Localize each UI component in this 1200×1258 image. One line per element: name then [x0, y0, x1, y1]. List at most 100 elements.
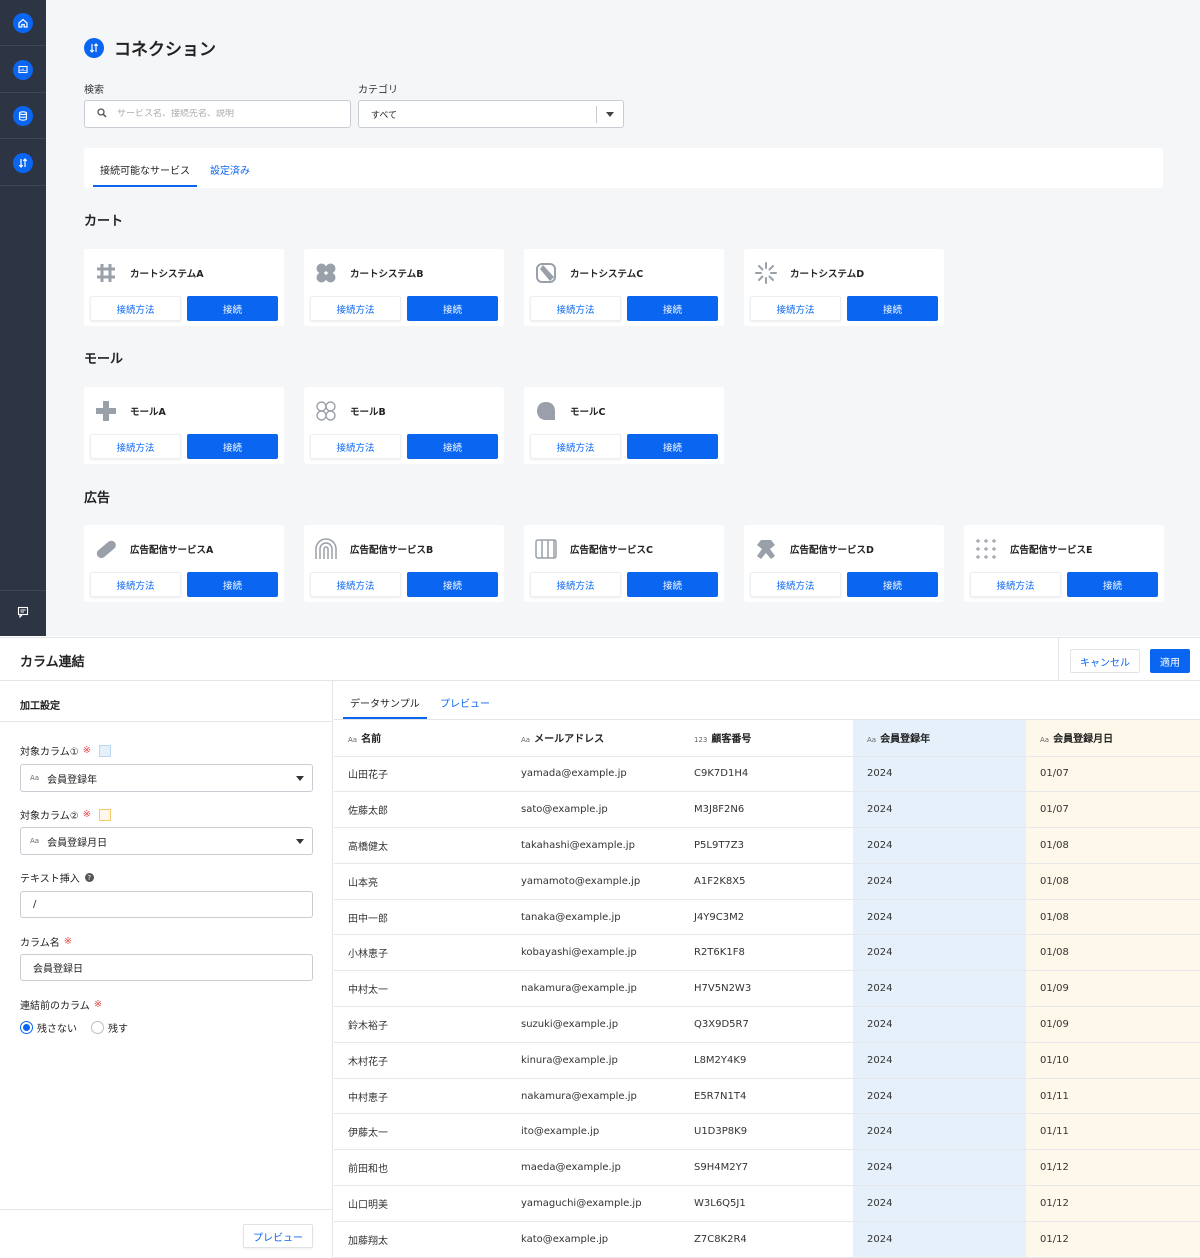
- table-cell: 加藤翔太: [334, 1221, 507, 1258]
- tab-available[interactable]: 接続可能なサービス: [100, 162, 190, 177]
- how-to-connect-button[interactable]: 接続方法: [310, 572, 401, 597]
- connect-button[interactable]: 接続: [627, 296, 718, 321]
- table-cell: 2024: [853, 970, 1026, 1008]
- how-to-connect-button[interactable]: 接続方法: [90, 434, 181, 459]
- label-text: 対象カラム①: [20, 747, 79, 758]
- required-mark: ※: [82, 745, 92, 756]
- how-to-connect-button[interactable]: 接続方法: [310, 434, 401, 459]
- tab-preview[interactable]: プレビュー: [440, 695, 490, 710]
- service-card: モールA 接続方法 接続: [84, 387, 284, 464]
- table-cell: H7V5N2W3: [680, 970, 853, 1008]
- table-row: 小林恵子 kobayashi@example.jp R2T6K1F8 2024 01/0…: [334, 934, 1200, 972]
- connect-button[interactable]: 接続: [847, 572, 938, 597]
- table-cell: 田中一郎: [334, 899, 507, 936]
- target-column-2-select[interactable]: Aa 会員登録月日: [20, 827, 313, 855]
- table-cell: 山本亮: [334, 863, 507, 900]
- table-cell: U1D3P8K9: [680, 1113, 853, 1151]
- cancel-button[interactable]: キャンセル: [1070, 649, 1140, 673]
- connect-button[interactable]: 接続: [627, 572, 718, 597]
- divider: [0, 1209, 333, 1210]
- connect-button[interactable]: 接続: [407, 296, 498, 321]
- search-input[interactable]: [117, 109, 337, 119]
- radio-dont-keep[interactable]: [20, 1021, 33, 1034]
- select-divider: [596, 106, 597, 123]
- how-to-connect-button[interactable]: 接続方法: [530, 296, 621, 321]
- service-card: モールB 接続方法 接続: [304, 387, 504, 464]
- connect-button[interactable]: 接続: [407, 572, 498, 597]
- how-to-connect-button[interactable]: 接続方法: [310, 296, 401, 321]
- connect-button[interactable]: 接続: [187, 296, 278, 321]
- table-cell: 佐藤太郎: [334, 791, 507, 829]
- connect-button[interactable]: 接続: [847, 296, 938, 321]
- cross-logo-icon: [94, 399, 118, 423]
- slash-logo-icon: [534, 261, 558, 285]
- connect-button[interactable]: 接続: [187, 434, 278, 459]
- table-cell: 01/07: [1026, 791, 1200, 829]
- connect-button[interactable]: 接続: [187, 572, 278, 597]
- home-icon: [13, 12, 33, 33]
- connect-button[interactable]: 接続: [1067, 572, 1158, 597]
- how-to-connect-button[interactable]: 接続方法: [90, 296, 181, 321]
- connect-button[interactable]: 接続: [407, 434, 498, 459]
- how-to-connect-button[interactable]: 接続方法: [970, 572, 1061, 597]
- how-to-connect-button[interactable]: 接続方法: [750, 296, 841, 321]
- section-title: モール: [84, 352, 124, 367]
- search-field[interactable]: [84, 100, 351, 128]
- clover-logo-icon: [314, 261, 338, 285]
- radio-keep[interactable]: [91, 1021, 104, 1034]
- table-cell: kobayashi@example.jp: [507, 934, 680, 972]
- column-header-label: メールアドレス: [534, 734, 605, 746]
- column-header[interactable]: Aa メールアドレス: [507, 720, 680, 757]
- table-cell: 2024: [853, 827, 1026, 864]
- connections-screen: コネクション 検索 カテゴリ すべて 接続可能なサービス 設定済み カートカート…: [0, 0, 1200, 636]
- table-cell: tanaka@example.jp: [507, 899, 680, 936]
- tab-data-sample[interactable]: データサンプル: [350, 695, 420, 710]
- column-header-label: 会員登録月日: [1053, 734, 1114, 746]
- column-1-color-swatch: [99, 744, 112, 757]
- preview-button[interactable]: プレビュー: [243, 1224, 313, 1248]
- text-insert-input[interactable]: /: [20, 891, 313, 918]
- category-select[interactable]: すべて: [358, 100, 624, 128]
- help-icon[interactable]: ?: [84, 873, 94, 882]
- table-cell: 2024: [853, 1221, 1026, 1258]
- table-cell: 2024: [853, 1185, 1026, 1222]
- column-2-color-swatch: [99, 808, 112, 821]
- table-cell: 山口明美: [334, 1185, 507, 1222]
- table-row: 高橋健太 takahashi@example.jp P5L9T7Z3 2024 01/0…: [334, 827, 1200, 864]
- dialog-title: カラム連結: [20, 655, 85, 670]
- sidebar-item-database[interactable]: [0, 93, 46, 139]
- table-cell: 中村恵子: [334, 1078, 507, 1115]
- how-to-connect-button[interactable]: 接続方法: [530, 434, 621, 459]
- column-header-label: 顧客番号: [711, 734, 752, 746]
- service-name: 広告配信サービスC: [570, 545, 653, 556]
- header-divider: [1058, 638, 1059, 681]
- column-header[interactable]: Aa 会員登録月日: [1026, 720, 1200, 757]
- column-name-input[interactable]: 会員登録日: [20, 954, 313, 981]
- search-label: 検索: [84, 85, 104, 96]
- how-to-connect-button[interactable]: 接続方法: [750, 572, 841, 597]
- how-to-connect-button[interactable]: 接続方法: [90, 572, 181, 597]
- label-text: 対象カラム②: [20, 811, 79, 822]
- column-header[interactable]: 123 顧客番号: [680, 720, 853, 757]
- table-cell: 2024: [853, 863, 1026, 900]
- dialog-header: カラム連結 キャンセル 適用: [0, 638, 1200, 681]
- sidebar-item-connections[interactable]: [0, 140, 46, 186]
- table-cell: P5L9T7Z3: [680, 827, 853, 864]
- sidebar-item-home[interactable]: [0, 0, 46, 46]
- connect-button[interactable]: 接続: [627, 434, 718, 459]
- tab-configured[interactable]: 設定済み: [210, 162, 250, 177]
- column-header[interactable]: Aa 名前: [334, 720, 507, 757]
- table-cell: 伊藤太一: [334, 1113, 507, 1151]
- sidebar-item-dashboard[interactable]: [0, 47, 46, 93]
- rings-logo-icon: [314, 399, 338, 423]
- table-row: 山田花子 yamada@example.jp C9K7D1H4 2024 01/07: [334, 756, 1200, 793]
- target-column-1-select[interactable]: Aa 会員登録年: [20, 764, 313, 792]
- how-to-connect-button[interactable]: 接続方法: [530, 572, 621, 597]
- column-header[interactable]: Aa 会員登録年: [853, 720, 1026, 757]
- search-icon: [97, 107, 107, 121]
- sidebar-item-help[interactable]: [0, 590, 46, 636]
- table-cell: 01/08: [1026, 863, 1200, 900]
- main-content: コネクション 検索 カテゴリ すべて 接続可能なサービス 設定済み カートカート…: [46, 0, 1200, 636]
- apply-button[interactable]: 適用: [1150, 649, 1190, 673]
- table-cell: 01/08: [1026, 899, 1200, 936]
